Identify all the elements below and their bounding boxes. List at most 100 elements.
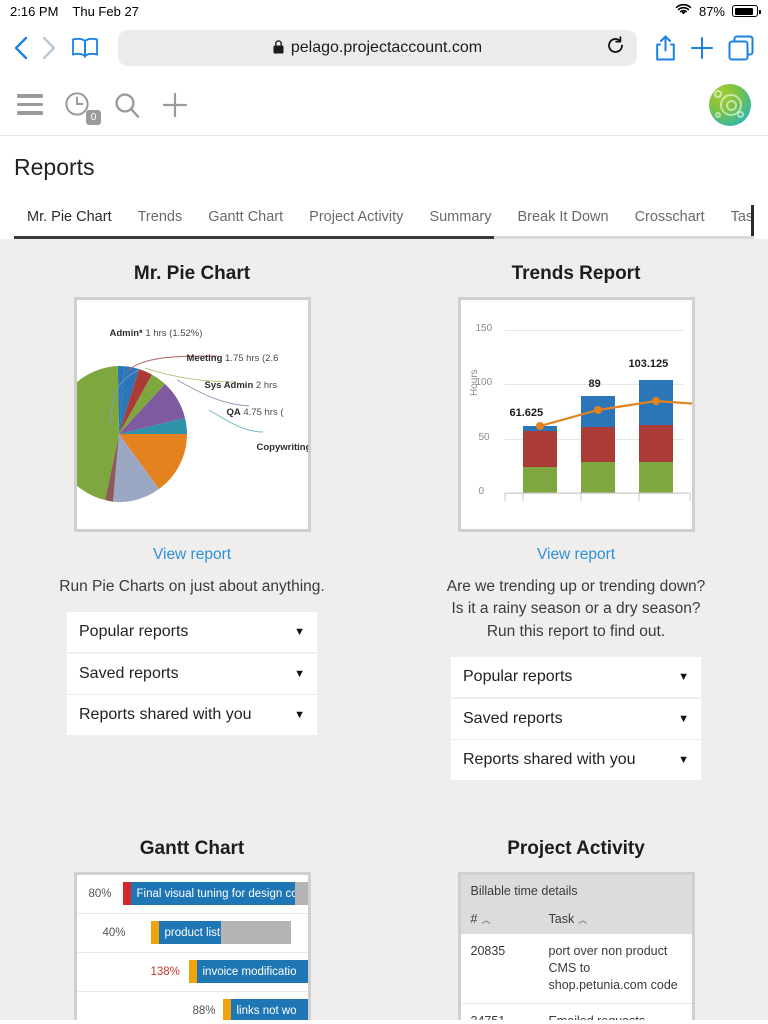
report-card-gantt: Gantt Chart 80% Final visual tuning for … — [0, 838, 384, 1020]
timer-clock-icon[interactable]: 0 — [63, 90, 101, 125]
pie-label-admin-percent: (1.52%) — [169, 328, 203, 339]
browser-toolbar: pelago.projectaccount.com — [0, 22, 768, 74]
chevron-down-icon: ▼ — [678, 712, 689, 725]
gantt-lead-marker — [188, 960, 197, 984]
tab-trends[interactable]: Trends — [125, 203, 196, 236]
back-button[interactable] — [14, 36, 28, 60]
column-header-task[interactable]: Task ︿ — [549, 912, 588, 926]
dropdown-shared-reports-pie[interactable]: Reports shared with you ▼ — [67, 695, 317, 736]
search-icon[interactable] — [113, 91, 141, 119]
gantt-remaining — [294, 882, 308, 906]
report-card-pie: Mr. Pie Chart Admin* 1 hrs (1.52%) Meeti… — [0, 263, 384, 782]
dropdown-label: Reports shared with you — [79, 706, 252, 724]
dropdown-label: Saved reports — [463, 709, 563, 727]
add-plus-icon[interactable] — [161, 91, 189, 119]
chevron-down-icon: ▼ — [678, 671, 689, 684]
gantt-task-label: invoice modificatio — [196, 960, 308, 984]
bookmarks-button[interactable] — [70, 36, 100, 60]
tab-summary[interactable]: Summary — [416, 203, 504, 236]
trends-bar-3 — [638, 380, 673, 493]
tab-project-activity[interactable]: Project Activity — [296, 203, 416, 236]
project-activity-thumbnail[interactable]: Billable time details # ︿ Task ︿ 20835 por… — [457, 871, 695, 1020]
pie-label-sys-admin-name: Sys Admin — [204, 380, 254, 391]
card-blurb-pie: Run Pie Charts on just about anything. — [59, 578, 325, 595]
pie-label-meeting-value: 1.75 hrs — [225, 353, 260, 364]
tab-gantt-chart[interactable]: Gantt Chart — [195, 203, 296, 236]
dropdown-shared-reports-trends[interactable]: Reports shared with you ▼ — [451, 740, 701, 781]
cell-task: Emailed requests — [549, 1013, 679, 1020]
card-title-gantt: Gantt Chart — [139, 837, 245, 859]
dropdown-saved-reports-trends[interactable]: Saved reports ▼ — [451, 698, 701, 739]
pie-label-meeting-percent: (2.6 — [262, 353, 279, 364]
table-row[interactable]: 24751 Emailed requests — [460, 1003, 692, 1020]
gantt-lead-marker — [222, 999, 231, 1020]
card-blurb-trends: Are we trending up or trending down? Is … — [447, 576, 706, 643]
table-row[interactable]: 20835 port over non product CMS to shop.… — [460, 933, 692, 1004]
tab-crosschart[interactable]: Crosschart — [622, 203, 718, 236]
chevron-down-icon: ▼ — [678, 754, 689, 767]
pie-label-copywriting: Copywriting — [256, 442, 311, 453]
card-title-trends: Trends Report — [511, 263, 641, 284]
reports-content: Mr. Pie Chart Admin* 1 hrs (1.52%) Meeti… — [0, 239, 768, 1020]
gantt-row: 88% links not wo — [77, 992, 308, 1020]
gantt-lead-marker — [122, 882, 131, 906]
view-report-link-trends[interactable]: View report — [537, 546, 615, 564]
cell-number: 20835 — [470, 943, 506, 958]
gantt-task-label: links not wo — [230, 999, 308, 1020]
chevron-down-icon: ▼ — [294, 667, 305, 680]
trends-ytick-150: 150 — [475, 323, 493, 334]
caret-up-icon: ︿ — [578, 914, 588, 925]
activity-table-title-bar: Billable time details — [460, 874, 692, 902]
show-tabs-button[interactable] — [728, 35, 754, 61]
pie-label-qa-value: 4.75 hrs — [243, 407, 278, 418]
new-tab-button[interactable] — [690, 36, 714, 60]
activity-table-header-row: # ︿ Task ︿ — [460, 901, 692, 934]
tab-break-it-down[interactable]: Break It Down — [504, 203, 621, 236]
dropdown-label: Popular reports — [463, 668, 573, 686]
gantt-percent: 88% — [192, 1004, 216, 1017]
address-bar[interactable]: pelago.projectaccount.com — [118, 30, 637, 66]
column-header-number[interactable]: # ︿ — [471, 912, 549, 926]
gantt-remaining — [220, 921, 291, 945]
chevron-down-icon: ▼ — [294, 709, 305, 722]
hamburger-menu-icon[interactable] — [17, 94, 43, 115]
pie-label-qa-percent: ( — [280, 407, 284, 418]
pie-label-copywriting-name: Copywriting — [256, 442, 311, 453]
forward-button[interactable] — [42, 36, 56, 60]
trends-chart-thumbnail[interactable]: Hours 0 50 100 150 61.625 89 103.125 — [457, 297, 695, 532]
pie-chart-thumbnail[interactable]: Admin* 1 hrs (1.52%) Meeting 1.75 hrs (2… — [73, 297, 311, 532]
trends-value-1: 61.625 — [509, 407, 544, 419]
card-blurb-trends-line2: Is it a rainy season or a dry season? — [451, 600, 701, 618]
dropdown-popular-reports-trends[interactable]: Popular reports ▼ — [451, 657, 701, 698]
pie-label-qa-name: QA — [226, 407, 241, 418]
reload-icon[interactable] — [606, 36, 625, 60]
trends-ytick-0: 0 — [478, 486, 485, 497]
status-date: Thu Feb 27 — [72, 3, 139, 19]
dropdown-popular-reports-pie[interactable]: Popular reports ▼ — [67, 612, 317, 653]
dropdown-label: Saved reports — [79, 664, 179, 682]
card-blurb-trends-line3: Run this report to find out. — [486, 622, 666, 640]
pie-label-meeting: Meeting 1.75 hrs (2.6 — [187, 353, 279, 364]
dropdown-label: Popular reports — [79, 623, 189, 641]
page-title: Reports — [14, 154, 95, 180]
gantt-task-label: product listing a — [158, 921, 221, 945]
card-title-activity: Project Activity — [507, 837, 645, 859]
pie-label-meeting-name: Meeting — [186, 353, 223, 364]
gantt-percent: 138% — [150, 965, 180, 978]
gantt-percent: 80% — [88, 887, 112, 900]
report-tabstrip[interactable]: Mr. Pie Chart Trends Gantt Chart Project… — [14, 203, 754, 236]
view-report-link-pie[interactable]: View report — [153, 546, 231, 564]
share-button[interactable] — [655, 35, 676, 61]
tab-mr-pie-chart[interactable]: Mr. Pie Chart — [14, 203, 125, 236]
tabstrip-scroll-indicator[interactable] — [751, 205, 754, 236]
tab-task-snapshot[interactable]: Task Snapshot — [718, 203, 754, 236]
avatar-logo-icon[interactable] — [709, 83, 751, 126]
gantt-chart-thumbnail[interactable]: 80% Final visual tuning for design cc 40… — [73, 871, 311, 1020]
dropdown-label: Reports shared with you — [463, 751, 636, 769]
card-title-pie: Mr. Pie Chart — [133, 263, 251, 284]
dropdown-saved-reports-pie[interactable]: Saved reports ▼ — [67, 653, 317, 694]
trends-value-3: 103.125 — [628, 358, 669, 370]
caret-up-icon: ︿ — [481, 914, 491, 925]
trends-value-2: 89 — [588, 378, 601, 390]
gantt-row: 80% Final visual tuning for design cc — [76, 875, 308, 914]
